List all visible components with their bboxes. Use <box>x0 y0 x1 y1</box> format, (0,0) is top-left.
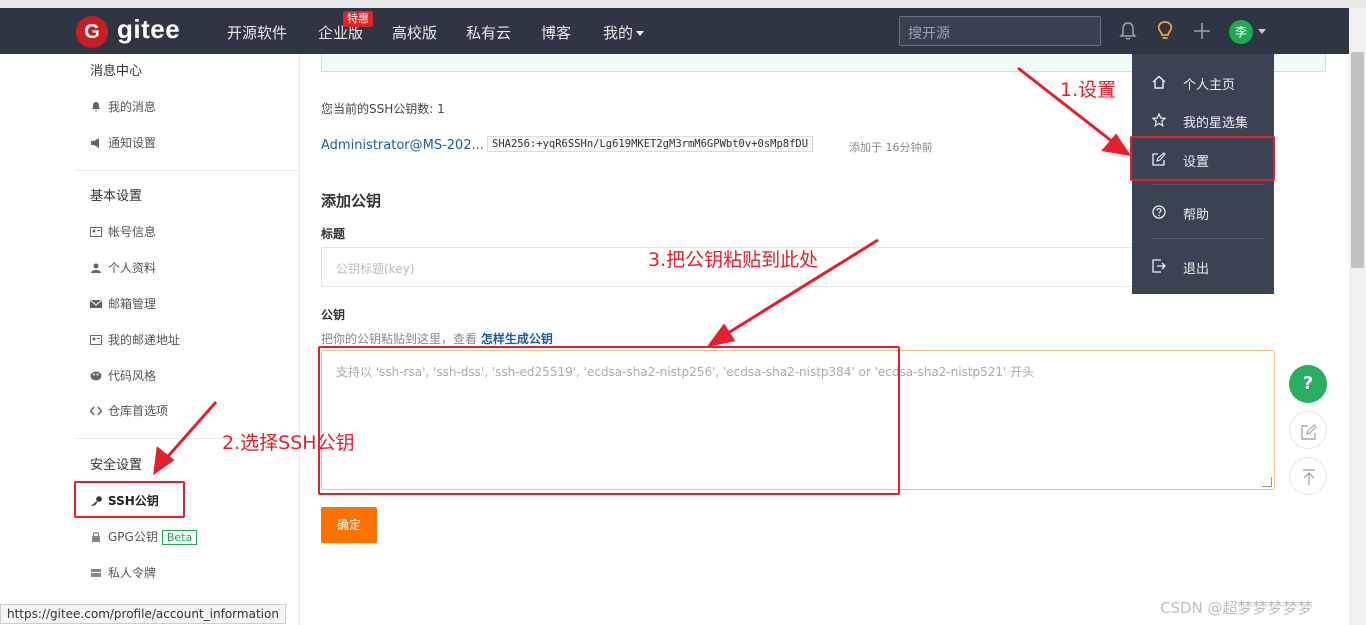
nav-blog[interactable]: 博客 <box>541 22 571 43</box>
nav-education[interactable]: 高校版 <box>392 22 437 43</box>
menu-item-label: 退出 <box>1183 262 1210 277</box>
sidebar-item-private-tokens[interactable]: 私人令牌 <box>90 564 156 581</box>
sidebar-item-label: 我的消息 <box>108 100 157 114</box>
sidebar-item-label: 仓库首选项 <box>108 404 169 418</box>
highlight-settings-box <box>1130 136 1275 181</box>
sidebar-item-repo-preferences[interactable]: 仓库首选项 <box>90 402 168 419</box>
sidebar-item-label: 帐号信息 <box>108 225 157 239</box>
how-to-generate-link[interactable]: 怎样生成公钥 <box>481 332 553 346</box>
nav-mine[interactable]: 我的 <box>603 22 645 43</box>
user-icon <box>91 263 101 273</box>
home-icon <box>1152 75 1166 89</box>
sidebar-item-label: 私人令牌 <box>108 566 157 580</box>
gitee-logo-icon[interactable]: G <box>76 16 108 48</box>
key-hint-text: 把你的公钥粘贴到这里，查看 <box>321 332 478 346</box>
id-card-icon <box>90 227 102 237</box>
token-icon <box>91 569 101 577</box>
help-fab-button[interactable]: ? <box>1289 365 1327 403</box>
ssh-key-count: 您当前的SSH公钥数: 1 <box>321 102 445 116</box>
watermark: CSDN @超梦梦梦梦梦 <box>1160 599 1313 617</box>
menu-item-home[interactable]: 个人主页 <box>1132 64 1274 100</box>
add-key-heading: 添加公钥 <box>321 192 382 210</box>
ssh-key-fingerprint: SHA256:+yqR6SSHn/Lg619MKET2gM3rmM6GPWbt0… <box>487 136 814 152</box>
key-label: 公钥 <box>321 308 346 322</box>
menu-item-logout[interactable]: 退出 <box>1132 248 1274 284</box>
resize-handle-icon[interactable] <box>1262 477 1272 487</box>
sidebar-item-email[interactable]: 邮箱管理 <box>90 295 156 312</box>
sidebar-item-my-messages[interactable]: 我的消息 <box>90 98 156 115</box>
annotation-step2: 2.选择SSH公钥 <box>222 432 355 454</box>
sidebar-divider <box>76 170 298 171</box>
status-bar-url: https://gitee.com/profile/account_inform… <box>0 604 286 624</box>
top-navbar: G gitee 开源软件 企业版 特惠 高校版 私有云 博客 我的 搜开源 李 <box>0 8 1349 54</box>
sidebar-item-label: 通知设置 <box>108 136 157 150</box>
sidebar-item-profile[interactable]: 个人资料 <box>90 259 156 276</box>
ssh-key-name[interactable]: Administrator@MS-202... <box>321 138 484 153</box>
title-label: 标题 <box>321 227 346 241</box>
sidebar-item-code-style[interactable]: 代码风格 <box>90 367 156 384</box>
gitee-logo-text[interactable]: gitee <box>117 14 180 45</box>
nav-open-source[interactable]: 开源软件 <box>227 22 287 43</box>
page: G gitee 开源软件 企业版 特惠 高校版 私有云 博客 我的 搜开源 李 … <box>0 0 1366 625</box>
megaphone-icon <box>91 138 99 148</box>
sidebar-item-gpg-keys[interactable]: GPG公钥 Beta <box>90 528 198 545</box>
logout-icon <box>1152 259 1166 273</box>
menu-item-help[interactable]: 帮助 <box>1132 194 1274 230</box>
envelope-icon <box>90 299 102 308</box>
sidebar-group-basic: 基本设置 <box>90 189 143 204</box>
menu-item-label: 个人主页 <box>1183 78 1236 93</box>
sidebar-item-account-info[interactable]: 帐号信息 <box>90 223 156 240</box>
avatar-chevron-down-icon[interactable] <box>1258 29 1266 34</box>
sidebar-item-address[interactable]: 我的邮递地址 <box>90 331 180 348</box>
lock-icon <box>92 532 100 542</box>
star-icon <box>1152 113 1166 127</box>
sidebar-item-label: GPG公钥 <box>108 530 158 544</box>
scrollbar-thumb[interactable] <box>1351 52 1364 268</box>
palette-icon <box>90 371 102 381</box>
back-to-top-button[interactable] <box>1289 457 1327 495</box>
bell-icon[interactable] <box>1117 20 1139 42</box>
menu-item-label: 我的星选集 <box>1183 116 1249 131</box>
menu-divider <box>1152 238 1264 239</box>
arrow-up-icon <box>1303 469 1315 485</box>
address-card-icon <box>90 335 102 345</box>
browser-top-strip <box>0 0 1366 8</box>
annotation-step3: 3.把公钥粘贴到此处 <box>648 249 819 271</box>
bell-icon <box>92 102 100 112</box>
nav-mine-label: 我的 <box>603 24 634 42</box>
sidebar-group-security: 安全设置 <box>90 458 143 473</box>
search-input[interactable]: 搜开源 <box>899 16 1101 46</box>
code-icon <box>90 406 102 416</box>
highlight-textarea-box <box>318 346 900 495</box>
help-icon <box>1152 205 1166 219</box>
ssh-key-added-time: 添加于 16分钟前 <box>849 141 933 154</box>
sidebar-item-label: 个人资料 <box>108 261 157 275</box>
sidebar-item-label: 邮箱管理 <box>108 297 157 311</box>
lightbulb-icon[interactable] <box>1154 20 1176 42</box>
plus-icon[interactable] <box>1191 20 1213 42</box>
sidebar-group-messages: 消息中心 <box>90 64 143 79</box>
beta-badge: Beta <box>161 530 198 545</box>
settings-sidebar: 消息中心 我的消息 通知设置 基本设置 帐号信息 个人资料 邮箱管理 我的邮递地… <box>76 54 300 625</box>
menu-item-starred[interactable]: 我的星选集 <box>1132 102 1274 138</box>
sidebar-item-notification-settings[interactable]: 通知设置 <box>90 134 156 151</box>
key-hint: 把你的公钥粘贴到这里，查看 怎样生成公钥 <box>321 330 553 347</box>
edit-icon <box>1301 424 1317 440</box>
menu-item-label: 帮助 <box>1183 208 1210 223</box>
sidebar-item-label: 代码风格 <box>108 369 157 383</box>
feedback-fab-button[interactable] <box>1289 411 1327 449</box>
annotation-step1: 1.设置 <box>1060 79 1117 101</box>
avatar[interactable]: 李 <box>1229 20 1253 44</box>
submit-button[interactable]: 确定 <box>321 507 377 543</box>
nav-private-cloud[interactable]: 私有云 <box>466 22 511 43</box>
menu-divider <box>1152 184 1264 185</box>
chevron-down-icon <box>636 31 645 36</box>
hot-badge: 特惠 <box>343 11 373 27</box>
sidebar-item-label: 我的邮递地址 <box>108 333 181 347</box>
highlight-ssh-box <box>74 481 185 518</box>
